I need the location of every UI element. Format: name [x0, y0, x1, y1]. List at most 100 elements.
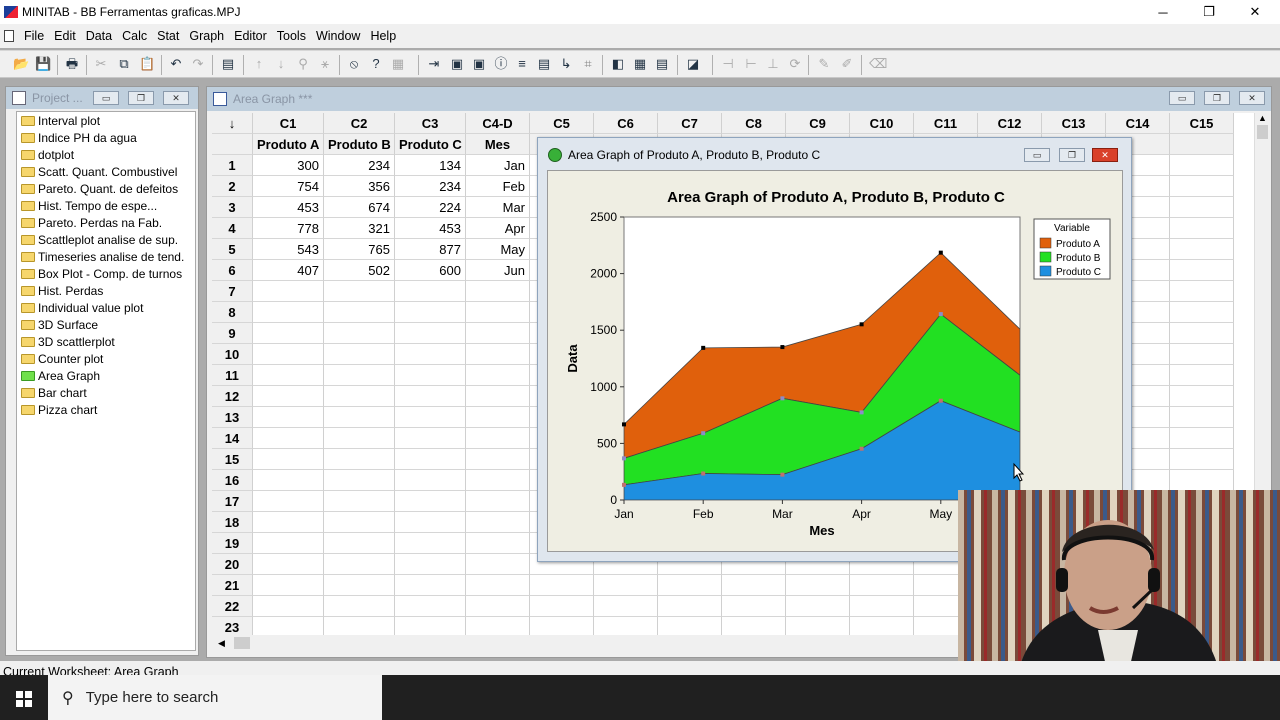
data-cell[interactable]	[395, 512, 466, 533]
project-item[interactable]: Individual value plot	[17, 299, 195, 316]
data-cell[interactable]	[395, 365, 466, 386]
data-cell[interactable]	[1170, 386, 1234, 407]
data-cell[interactable]	[850, 617, 914, 635]
data-cell[interactable]	[594, 575, 658, 596]
next-icon[interactable]: ↓	[273, 56, 289, 72]
row-header[interactable]: 3	[212, 197, 253, 218]
eraser-icon[interactable]: ⌫	[869, 56, 887, 72]
stack-icon[interactable]: ▦	[390, 56, 406, 72]
save-icon[interactable]: 💾	[35, 56, 51, 72]
data-cell[interactable]	[1170, 365, 1234, 386]
project-item[interactable]: 3D Surface	[17, 316, 195, 333]
worksheet-minimize-button[interactable]: ▭	[1169, 91, 1195, 105]
data-cell[interactable]	[850, 596, 914, 617]
row-header[interactable]: 13	[212, 407, 253, 428]
data-cell[interactable]	[722, 617, 786, 635]
data-cell[interactable]: 134	[395, 155, 466, 176]
data-cell[interactable]	[1170, 344, 1234, 365]
menu-editor[interactable]: Editor	[234, 29, 267, 43]
column-header[interactable]: C3	[395, 113, 466, 134]
column-name[interactable]	[1170, 134, 1234, 155]
data-cell[interactable]	[786, 596, 850, 617]
data-cell[interactable]	[722, 596, 786, 617]
data-cell[interactable]	[324, 470, 395, 491]
menu-edit[interactable]: Edit	[54, 29, 76, 43]
project-item[interactable]: Pareto. Quant. de defeitos	[17, 180, 195, 197]
graph-maximize-button[interactable]: ❐	[1059, 148, 1085, 162]
data-cell[interactable]: 300	[253, 155, 324, 176]
data-cell[interactable]	[658, 575, 722, 596]
column-header[interactable]: C11	[914, 113, 978, 134]
data-cell[interactable]	[1170, 155, 1234, 176]
redo-icon[interactable]: ↷	[190, 56, 206, 72]
data-cell[interactable]	[594, 617, 658, 635]
menu-calc[interactable]: Calc	[122, 29, 147, 43]
data-cell[interactable]	[466, 554, 530, 575]
data-cell[interactable]	[530, 575, 594, 596]
project-item[interactable]: Scatt. Quant. Combustivel	[17, 163, 195, 180]
project-item[interactable]: Hist. Tempo de espe...	[17, 197, 195, 214]
data-cell[interactable]	[466, 491, 530, 512]
row-header[interactable]: 14	[212, 428, 253, 449]
data-cell[interactable]: Mar	[466, 197, 530, 218]
data-cell[interactable]	[395, 533, 466, 554]
data-cell[interactable]	[324, 365, 395, 386]
data-cell[interactable]: 407	[253, 260, 324, 281]
column-header[interactable]: C8	[722, 113, 786, 134]
data-cell[interactable]	[395, 596, 466, 617]
paste-icon[interactable]: 📋	[139, 56, 155, 72]
data-cell[interactable]	[395, 554, 466, 575]
data-cell[interactable]	[786, 575, 850, 596]
data-cell[interactable]: 600	[395, 260, 466, 281]
data-cell[interactable]	[253, 554, 324, 575]
data-cell[interactable]	[594, 596, 658, 617]
columns-icon[interactable]: ◧	[610, 56, 626, 72]
data-cell[interactable]: 321	[324, 218, 395, 239]
point-produto-b[interactable]	[938, 312, 943, 317]
data-cell[interactable]	[530, 596, 594, 617]
data-cell[interactable]	[395, 386, 466, 407]
data-cell[interactable]: Jan	[466, 155, 530, 176]
data-cell[interactable]	[466, 470, 530, 491]
data-cell[interactable]	[253, 386, 324, 407]
data-cell[interactable]	[324, 575, 395, 596]
data-cell[interactable]	[395, 617, 466, 635]
manage-graphs-icon[interactable]: ◪	[685, 56, 701, 72]
project-item[interactable]: Counter plot	[17, 350, 195, 367]
data-cell[interactable]	[1170, 323, 1234, 344]
select-icon[interactable]: ⌗	[580, 56, 596, 72]
corner-cell[interactable]: ↓	[212, 113, 253, 134]
data-cell[interactable]	[1170, 218, 1234, 239]
cancel-icon[interactable]: ⦸	[346, 56, 362, 72]
row-header[interactable]: 18	[212, 512, 253, 533]
row-header[interactable]: 5	[212, 239, 253, 260]
column-header[interactable]: C13	[1042, 113, 1106, 134]
row-header[interactable]: 20	[212, 554, 253, 575]
data-cell[interactable]	[1170, 407, 1234, 428]
point-produto-c[interactable]	[780, 472, 785, 477]
point-produto-c[interactable]	[938, 398, 943, 403]
edit-last-dialog-icon[interactable]: ▤	[220, 56, 236, 72]
column-header[interactable]: C10	[850, 113, 914, 134]
data-cell[interactable]	[658, 596, 722, 617]
data-cell[interactable]	[466, 281, 530, 302]
print-icon[interactable]: 🖶	[64, 56, 80, 72]
point-produto-a[interactable]	[701, 345, 706, 350]
data-cell[interactable]	[253, 302, 324, 323]
project-maximize-button[interactable]: ❐	[128, 91, 154, 105]
data-cell[interactable]	[395, 428, 466, 449]
data-cell[interactable]	[253, 596, 324, 617]
data-cell[interactable]: 765	[324, 239, 395, 260]
help-icon[interactable]: ?	[368, 56, 384, 72]
point-produto-b[interactable]	[622, 456, 626, 461]
data-cell[interactable]	[253, 344, 324, 365]
data-cell[interactable]	[253, 449, 324, 470]
data-cell[interactable]	[253, 533, 324, 554]
data-cell[interactable]	[324, 491, 395, 512]
taskbar-search-box[interactable]: ⚲ Type here to search	[48, 675, 382, 720]
session-icon[interactable]: ⇥	[426, 56, 442, 72]
restore-button[interactable]: ❐	[1186, 0, 1232, 24]
data-cell[interactable]	[253, 323, 324, 344]
graph-minimize-button[interactable]: ▭	[1024, 148, 1050, 162]
data-cell[interactable]	[1170, 281, 1234, 302]
